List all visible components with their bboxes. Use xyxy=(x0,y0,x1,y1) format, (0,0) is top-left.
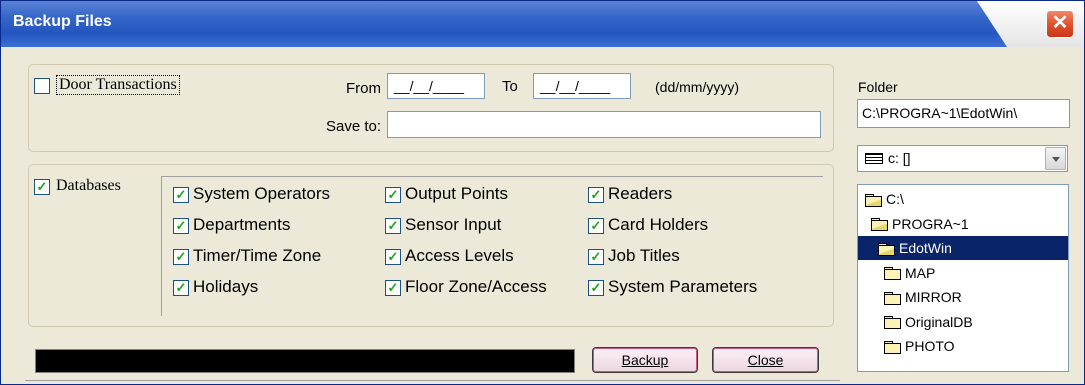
close-button[interactable]: Close xyxy=(712,347,819,373)
door-transactions-label[interactable]: Door Transactions xyxy=(56,75,180,95)
progress-bar xyxy=(35,349,575,373)
database-item-label: System Parameters xyxy=(608,277,758,296)
database-item-checkbox[interactable]: ✓ xyxy=(588,218,604,234)
database-item-label: Access Levels xyxy=(405,246,514,265)
database-item-label: System Operators xyxy=(193,184,330,203)
tree-item-label: PROGRA~1 xyxy=(892,215,969,232)
tree-item-label: PHOTO xyxy=(905,338,955,354)
folder-open-icon xyxy=(865,193,882,207)
folder-icon xyxy=(884,340,901,354)
close-icon: ✕ xyxy=(1051,12,1069,34)
tree-item[interactable]: MAP xyxy=(884,261,935,285)
from-label: From xyxy=(346,80,381,97)
database-item-checkbox[interactable]: ✓ xyxy=(588,249,604,265)
database-item-checkbox[interactable]: ✓ xyxy=(173,280,189,296)
dropdown-button[interactable] xyxy=(1045,147,1066,170)
tree-item-label: MIRROR xyxy=(905,289,962,305)
tree-item[interactable]: C:\ xyxy=(865,187,904,211)
database-item-label: Floor Zone/Access xyxy=(405,277,547,296)
door-transactions-checkbox[interactable] xyxy=(34,78,50,94)
database-item-label: Departments xyxy=(193,215,291,234)
tree-item[interactable]: PHOTO xyxy=(884,334,955,358)
database-item-checkbox[interactable]: ✓ xyxy=(385,218,401,234)
database-item-label: Card Holders xyxy=(608,215,709,234)
to-date-input[interactable]: __/__/____ xyxy=(533,73,631,99)
backup-button[interactable]: Backup xyxy=(592,347,698,373)
tree-item[interactable]: PROGRA~1 xyxy=(871,212,969,236)
close-window-button[interactable]: ✕ xyxy=(1046,10,1074,38)
drive-select-value: c: [] xyxy=(888,150,911,166)
database-item-checkbox[interactable]: ✓ xyxy=(173,218,189,234)
database-item-checkbox[interactable]: ✓ xyxy=(173,249,189,265)
tree-item[interactable]: MIRROR xyxy=(884,285,962,309)
folder-open-icon xyxy=(878,242,895,256)
database-item-label: Holidays xyxy=(193,277,259,296)
title-bar[interactable]: Backup Files ✕ xyxy=(1,1,1084,47)
backup-files-window: Backup Files ✕ Door Transactions From __… xyxy=(0,0,1085,385)
directory-tree[interactable]: C:\ PROGRA~1 EdotWin MAP MIRROR OriginalDB PHO… xyxy=(857,184,1069,372)
tree-item[interactable]: OriginalDB xyxy=(884,310,973,334)
tree-item-label: EdotWin xyxy=(899,240,952,256)
database-item-label: Readers xyxy=(608,184,673,203)
database-item-checkbox[interactable]: ✓ xyxy=(173,187,189,203)
tree-item-label: C:\ xyxy=(886,191,904,207)
folder-label: Folder xyxy=(858,79,898,95)
to-label: To xyxy=(502,78,518,95)
tree-item-label: MAP xyxy=(905,264,936,281)
database-item-label: Output Points xyxy=(405,184,509,203)
database-item-checkbox[interactable]: ✓ xyxy=(588,187,604,203)
database-item-label: Job Titles xyxy=(608,246,680,265)
date-format-hint: (dd/mm/yyyy) xyxy=(655,79,739,95)
folder-path-input[interactable]: C:\PROGRA~1\EdotWin\ xyxy=(857,99,1070,128)
close-button-label: Close xyxy=(747,352,784,368)
save-to-input[interactable] xyxy=(387,111,821,138)
tree-item-label: OriginalDB xyxy=(905,313,973,330)
databases-label[interactable]: Databases xyxy=(56,177,121,195)
bottom-divider xyxy=(25,380,840,381)
database-item-label: Timer/Time Zone xyxy=(193,246,322,265)
database-item-checkbox[interactable]: ✓ xyxy=(385,249,401,265)
database-item-checkbox[interactable]: ✓ xyxy=(588,280,604,296)
save-to-label: Save to: xyxy=(326,118,382,135)
folder-icon xyxy=(884,316,901,330)
database-item-label: Sensor Input xyxy=(405,215,502,234)
drive-select[interactable]: c: [] xyxy=(857,145,1068,172)
folder-icon xyxy=(884,267,901,281)
folder-open-icon xyxy=(871,218,888,232)
from-date-input[interactable]: __/__/____ xyxy=(387,73,485,99)
tree-item[interactable]: EdotWin xyxy=(858,236,1068,260)
window-title: Backup Files xyxy=(13,13,112,30)
chevron-down-icon xyxy=(1052,157,1060,162)
backup-button-label: Backup xyxy=(621,352,669,368)
database-item-checkbox[interactable]: ✓ xyxy=(385,280,401,296)
folder-icon xyxy=(884,291,901,305)
databases-checkbox[interactable]: ✓ xyxy=(34,179,50,195)
drive-icon xyxy=(865,153,883,164)
database-item-checkbox[interactable]: ✓ xyxy=(385,187,401,203)
